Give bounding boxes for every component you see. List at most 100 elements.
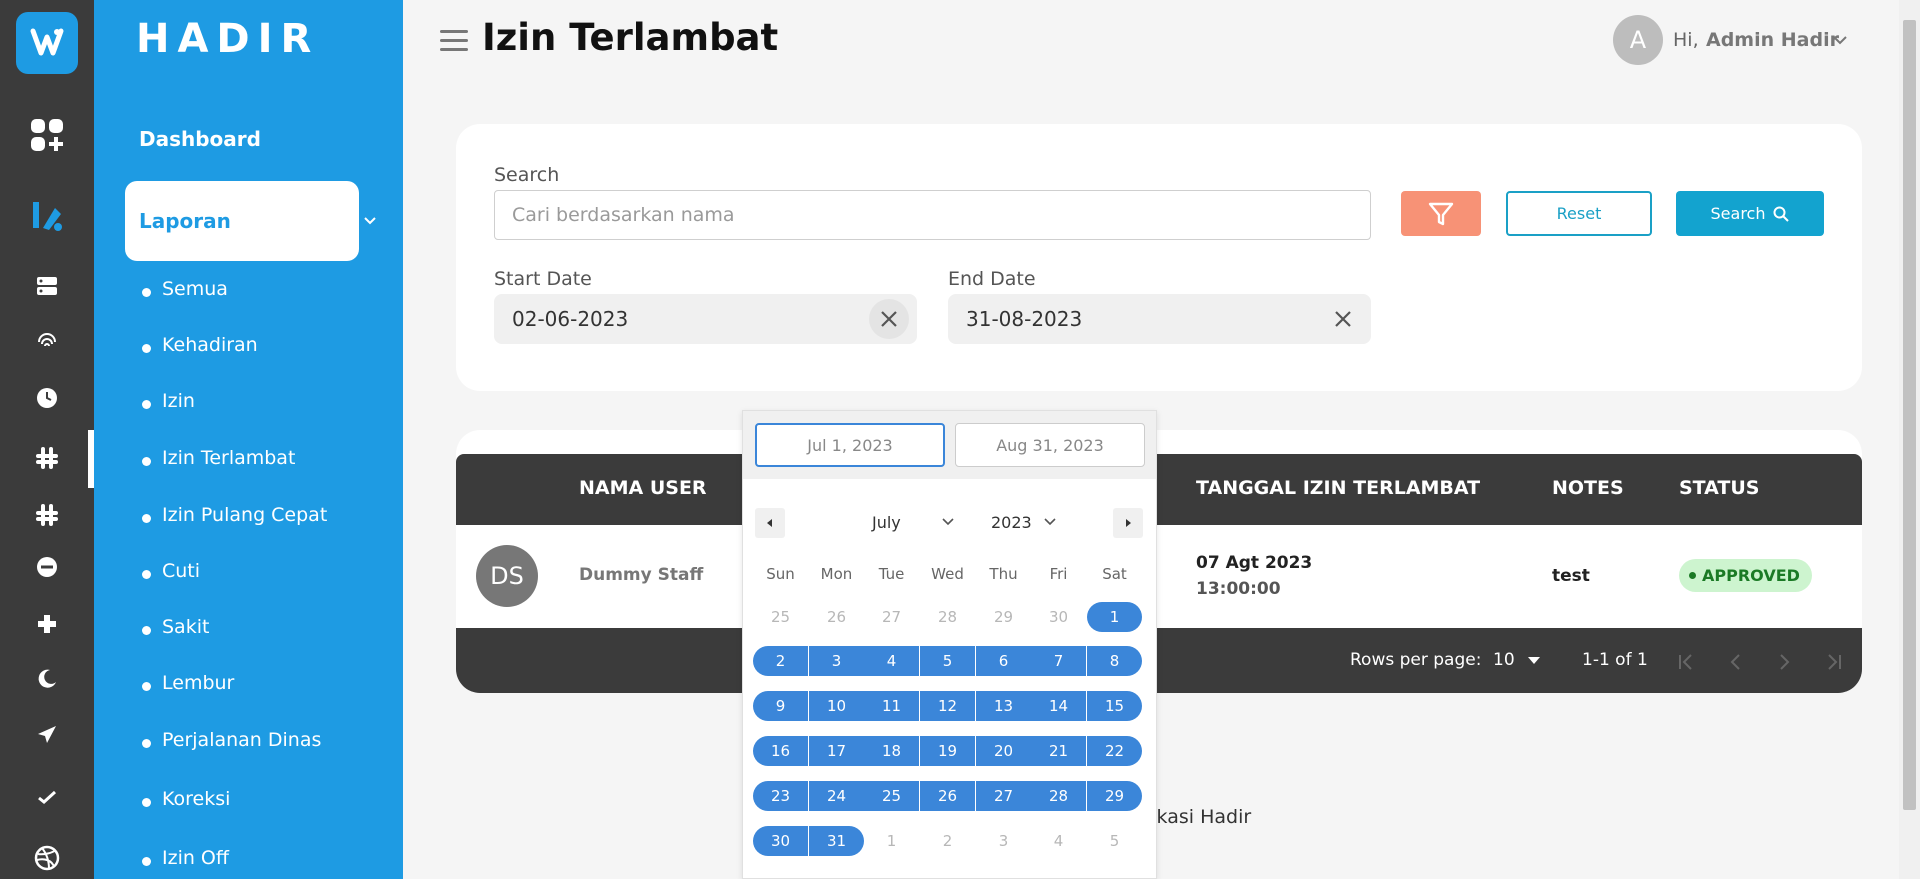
- calendar-day[interactable]: 17: [809, 736, 864, 766]
- end-date-field[interactable]: 31-08-2023: [948, 294, 1371, 344]
- calendar-day[interactable]: 27: [864, 602, 919, 632]
- calendar-day[interactable]: 4: [864, 646, 919, 676]
- report-icon[interactable]: [27, 196, 67, 236]
- column-header-nama-user[interactable]: NAMA USER: [579, 477, 707, 499]
- calendar-day[interactable]: 1: [1087, 602, 1142, 632]
- sidebar-item-laporan[interactable]: Laporan: [125, 181, 359, 261]
- close-icon[interactable]: [869, 299, 909, 339]
- slack-icon[interactable]: [27, 438, 67, 478]
- calendar-day[interactable]: 25: [864, 781, 919, 811]
- check-icon[interactable]: [27, 777, 67, 817]
- airplane-icon[interactable]: [27, 715, 67, 755]
- minus-circle-icon[interactable]: [27, 547, 67, 587]
- reset-button[interactable]: Reset: [1506, 191, 1652, 236]
- calendar-day[interactable]: 15: [1087, 691, 1142, 721]
- calendar-day[interactable]: 13: [976, 691, 1031, 721]
- start-date-field[interactable]: 02-06-2023: [494, 294, 917, 344]
- prev-page-icon[interactable]: [1726, 652, 1746, 672]
- chevron-down-icon[interactable]: [1832, 33, 1848, 47]
- month-select[interactable]: July: [872, 513, 901, 532]
- calendar-day[interactable]: 2: [753, 646, 808, 676]
- calendar-day[interactable]: 6: [976, 646, 1031, 676]
- rows-per-page-select[interactable]: 10: [1493, 650, 1541, 670]
- scrollbar-thumb[interactable]: [1903, 20, 1916, 810]
- calendar-day[interactable]: 26: [920, 781, 975, 811]
- calendar-day[interactable]: 5: [1087, 826, 1142, 856]
- calendar-day[interactable]: 11: [864, 691, 919, 721]
- sidebar-item-perjalanan-dinas[interactable]: Perjalanan Dinas: [141, 729, 321, 751]
- calendar-day[interactable]: 10: [809, 691, 864, 721]
- calendar-day[interactable]: 31: [809, 826, 864, 856]
- search-input[interactable]: [494, 190, 1371, 240]
- clock-icon[interactable]: [27, 378, 67, 418]
- calendar-day[interactable]: 2: [920, 826, 975, 856]
- sidebar-item-sakit[interactable]: Sakit: [141, 616, 209, 638]
- sidebar-item-izin-pulang-cepat[interactable]: Izin Pulang Cepat: [141, 504, 327, 526]
- moon-icon[interactable]: [27, 659, 67, 699]
- calendar-day[interactable]: 8: [1087, 646, 1142, 676]
- slack-icon-2[interactable]: [27, 495, 67, 535]
- search-button[interactable]: Search: [1676, 191, 1824, 236]
- calendar-day[interactable]: 27: [976, 781, 1031, 811]
- next-month-icon[interactable]: [1113, 508, 1143, 538]
- calendar-day[interactable]: 30: [753, 826, 808, 856]
- calendar-day[interactable]: 29: [1087, 781, 1142, 811]
- calendar-day[interactable]: 19: [920, 736, 975, 766]
- sidebar-item-kehadiran[interactable]: Kehadiran: [142, 334, 258, 356]
- sidebar-item-koreksi[interactable]: Koreksi: [141, 788, 230, 810]
- server-icon[interactable]: [27, 266, 67, 306]
- pagination-range: 1-1 of 1: [1582, 650, 1648, 670]
- calendar-day[interactable]: 1: [864, 826, 919, 856]
- avatar[interactable]: A: [1613, 15, 1663, 65]
- calendar-day[interactable]: 29: [976, 602, 1031, 632]
- calendar-day[interactable]: 16: [753, 736, 808, 766]
- calendar-day[interactable]: 18: [864, 736, 919, 766]
- calendar-day[interactable]: 25: [753, 602, 808, 632]
- dribbble-icon[interactable]: [27, 838, 67, 878]
- last-page-icon[interactable]: [1824, 652, 1844, 672]
- calendar-day[interactable]: 23: [753, 781, 808, 811]
- calendar-day[interactable]: 22: [1087, 736, 1142, 766]
- filter-button[interactable]: [1401, 191, 1481, 236]
- calendar-day[interactable]: 5: [920, 646, 975, 676]
- column-header-notes[interactable]: NOTES: [1552, 477, 1624, 499]
- calendar-day[interactable]: 9: [753, 691, 808, 721]
- prev-month-icon[interactable]: [755, 508, 785, 538]
- sidebar-item-izin-off[interactable]: Izin Off: [142, 847, 229, 869]
- calendar-day[interactable]: 30: [1031, 602, 1086, 632]
- first-page-icon[interactable]: [1676, 652, 1696, 672]
- sidebar-item-cuti[interactable]: Cuti: [141, 560, 200, 582]
- calendar-day[interactable]: 20: [976, 736, 1031, 766]
- calendar-day[interactable]: 21: [1031, 736, 1086, 766]
- close-icon[interactable]: [1323, 299, 1363, 339]
- hamburger-menu-icon[interactable]: [440, 30, 468, 52]
- next-page-icon[interactable]: [1774, 652, 1794, 672]
- logo-icon[interactable]: [16, 12, 78, 74]
- calendar-day[interactable]: 26: [809, 602, 864, 632]
- sidebar-item-izin[interactable]: Izin: [142, 390, 195, 412]
- calendar-day[interactable]: 28: [920, 602, 975, 632]
- fingerprint-icon[interactable]: [27, 322, 67, 362]
- picker-end-input[interactable]: Aug 31, 2023: [955, 423, 1145, 467]
- plus-icon[interactable]: [27, 604, 67, 644]
- picker-start-input[interactable]: Jul 1, 2023: [755, 423, 945, 467]
- calendar-day[interactable]: 3: [976, 826, 1031, 856]
- calendar-day[interactable]: 14: [1031, 691, 1086, 721]
- calendar-day[interactable]: 4: [1031, 826, 1086, 856]
- date-range-picker[interactable]: Jul 1, 2023 Aug 31, 2023 July 2023 Sun Mo…: [742, 410, 1157, 879]
- sidebar-item-izin-terlambat[interactable]: Izin Terlambat: [141, 447, 295, 469]
- sidebar-item-semua[interactable]: Semua: [142, 278, 228, 300]
- column-header-status[interactable]: STATUS: [1679, 477, 1759, 499]
- sidebar-item-dashboard[interactable]: Dashboard: [139, 127, 261, 151]
- calendar-day[interactable]: 28: [1031, 781, 1086, 811]
- year-select[interactable]: 2023: [991, 513, 1032, 532]
- calendar-day[interactable]: 24: [809, 781, 864, 811]
- calendar-day[interactable]: 7: [1031, 646, 1086, 676]
- sidebar-item-lembur[interactable]: Lembur: [141, 672, 234, 694]
- user-name[interactable]: Admin Hadir: [1706, 29, 1839, 51]
- calendar-day[interactable]: 12: [920, 691, 975, 721]
- calendar-day[interactable]: 3: [809, 646, 864, 676]
- column-header-tanggal[interactable]: TANGGAL IZIN TERLAMBAT: [1196, 477, 1480, 499]
- dashboard-add-icon[interactable]: [27, 115, 67, 155]
- chevron-down-icon[interactable]: [362, 212, 378, 228]
